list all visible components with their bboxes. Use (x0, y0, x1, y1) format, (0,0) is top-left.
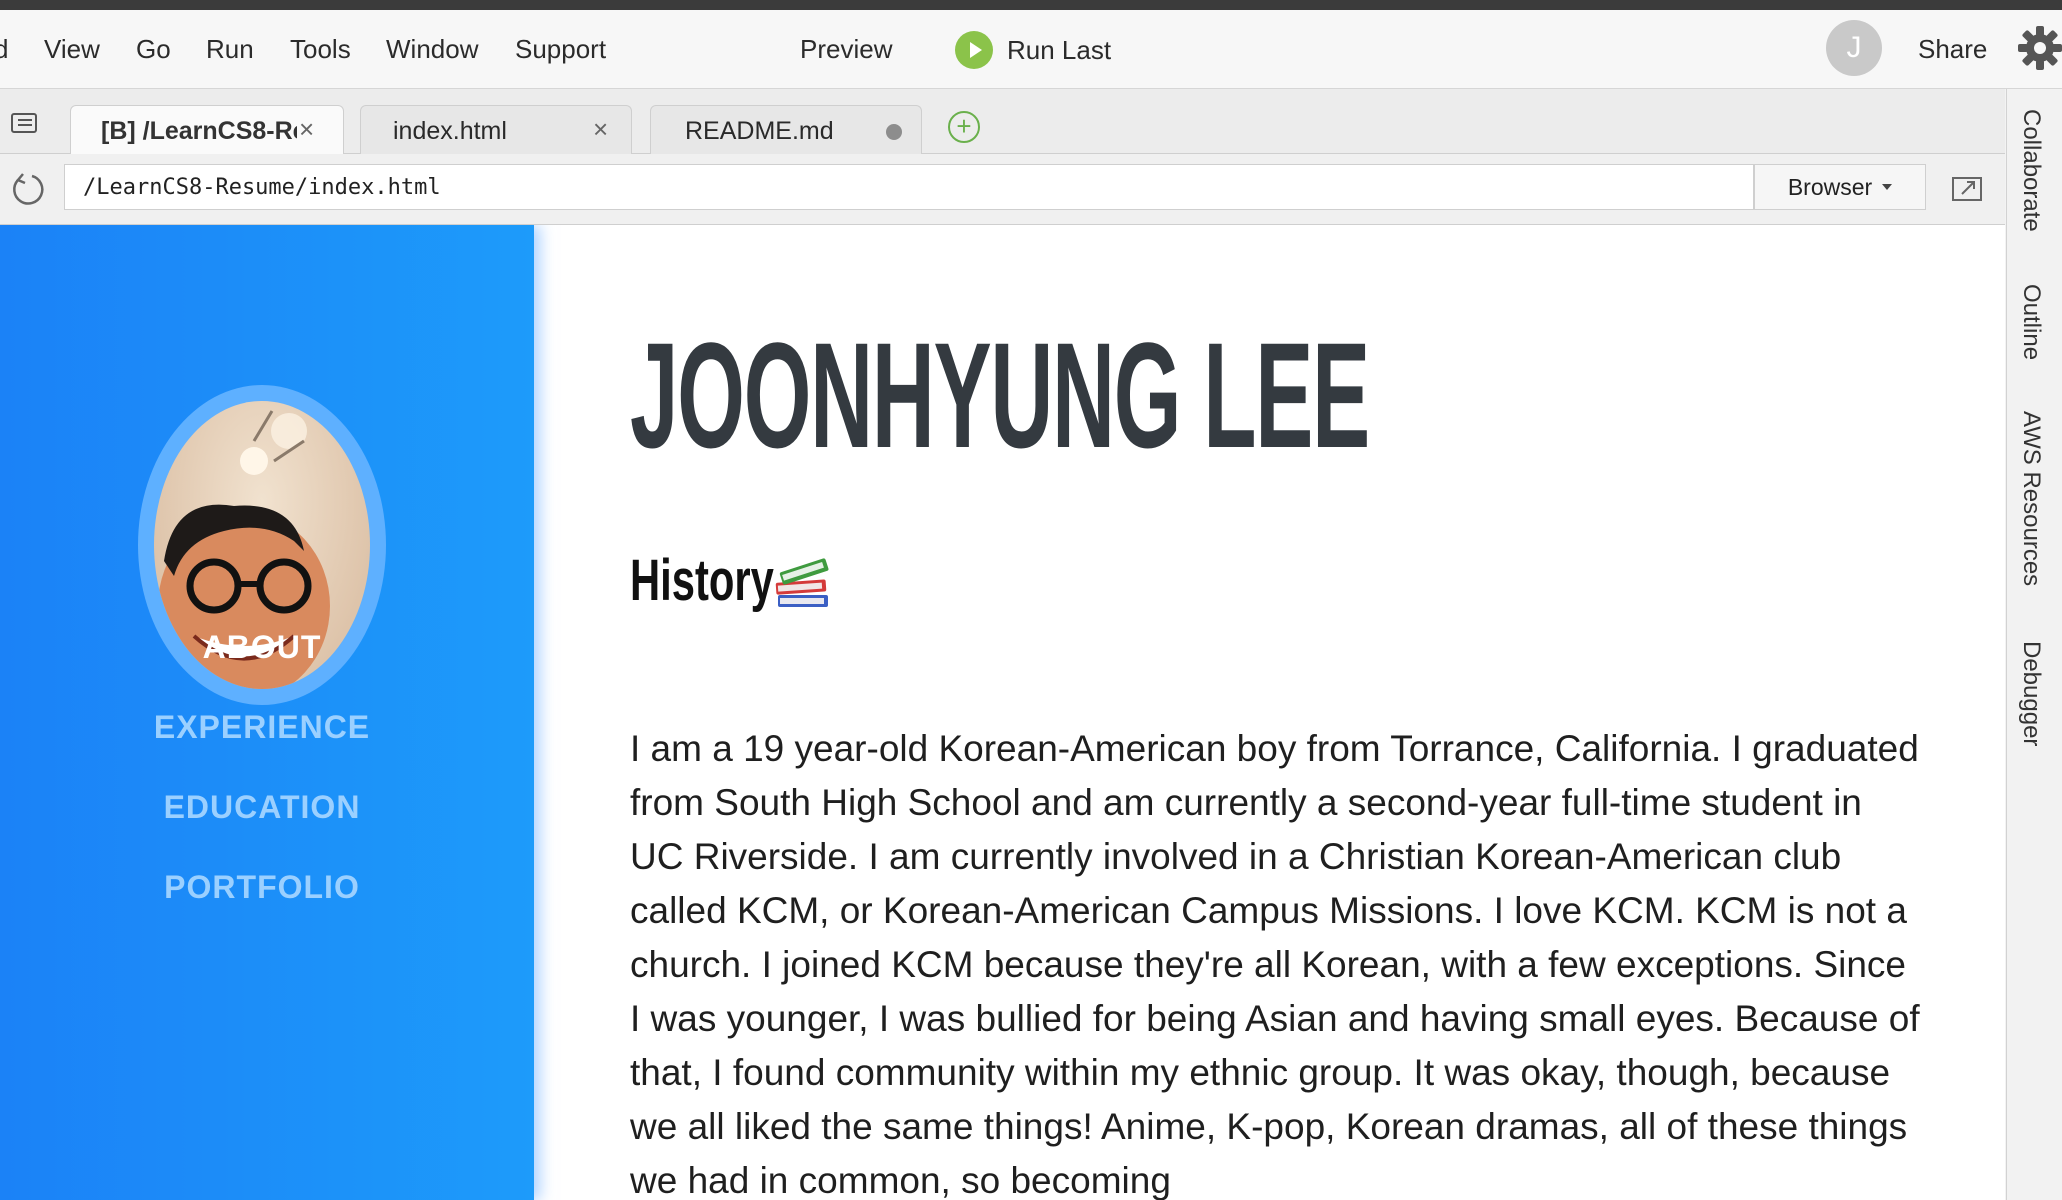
panel-tab-debugger[interactable]: Debugger (2017, 641, 2045, 746)
tab-label: README.md (685, 117, 834, 145)
browser-select[interactable]: Browser (1754, 164, 1926, 210)
panel-tab-outline[interactable]: Outline (2017, 284, 2045, 360)
add-tab-icon[interactable]: + (948, 111, 980, 143)
file-list-icon[interactable] (10, 111, 40, 135)
share-button[interactable]: Share (1918, 34, 1987, 65)
tab-readme-md[interactable]: README.md (650, 105, 922, 154)
window-top-strip (0, 0, 2062, 10)
preview-address-bar: Browser (0, 154, 2005, 225)
menu-item-support[interactable]: Support (515, 34, 606, 65)
gear-icon[interactable] (2016, 24, 2062, 72)
close-icon[interactable]: × (593, 114, 608, 145)
url-input[interactable] (64, 164, 1754, 210)
tab-label: [B] /LearnCS8-Re (101, 117, 297, 145)
browser-preview: ABOUT EXPERIENCE EDUCATION PORTFOLIO JOO… (0, 225, 2005, 1200)
user-avatar[interactable]: J (1826, 20, 1882, 76)
section-heading: History (630, 547, 834, 614)
run-last-label: Run Last (1007, 34, 1112, 65)
nav-portfolio[interactable]: PORTFOLIO (0, 869, 524, 906)
menu-item-window[interactable]: Window (386, 34, 478, 65)
menu-item-go[interactable]: Go (136, 34, 171, 65)
unsaved-dot-icon (886, 124, 902, 140)
menu-item-tools[interactable]: Tools (290, 34, 351, 65)
tab-index-html[interactable]: index.html × (360, 105, 632, 154)
popout-icon[interactable] (1950, 172, 1986, 204)
menu-item-view[interactable]: View (44, 34, 100, 65)
nav-about[interactable]: ABOUT (0, 629, 524, 666)
tab-learncs8-resume[interactable]: [B] /LearnCS8-Re × (70, 105, 344, 154)
section-heading-text: History (630, 548, 774, 613)
close-icon[interactable]: × (299, 114, 314, 145)
reload-icon[interactable] (10, 171, 46, 207)
menu-item-run[interactable]: Run (206, 34, 254, 65)
menu-item-partial[interactable]: d (0, 34, 8, 65)
panel-tab-collaborate[interactable]: Collaborate (2017, 109, 2045, 232)
play-icon (955, 31, 993, 69)
resume-sidebar: ABOUT EXPERIENCE EDUCATION PORTFOLIO (0, 225, 534, 1200)
right-side-panel: Collaborate Outline AWS Resources Debugg… (2006, 89, 2062, 1200)
chevron-down-icon (1882, 184, 1893, 190)
panel-tab-aws-resources[interactable]: AWS Resources (2017, 411, 2045, 586)
bio-paragraph: I am a 19 year-old Korean-American boy f… (630, 728, 1920, 1200)
preview-button[interactable]: Preview (800, 34, 892, 65)
browser-select-label: Browser (1787, 173, 1873, 200)
nav-education[interactable]: EDUCATION (0, 789, 524, 826)
menu-bar: d View Go Run Tools Window Support Previ… (0, 10, 2062, 89)
tab-label: index.html (393, 117, 507, 145)
books-icon (775, 557, 829, 607)
editor-tab-bar: [B] /LearnCS8-Re × index.html × README.m… (0, 89, 2005, 154)
page-title: JOONHYUNG LEE (630, 311, 1370, 479)
run-last-button[interactable]: Run Last (955, 28, 1111, 72)
nav-experience[interactable]: EXPERIENCE (0, 709, 524, 746)
